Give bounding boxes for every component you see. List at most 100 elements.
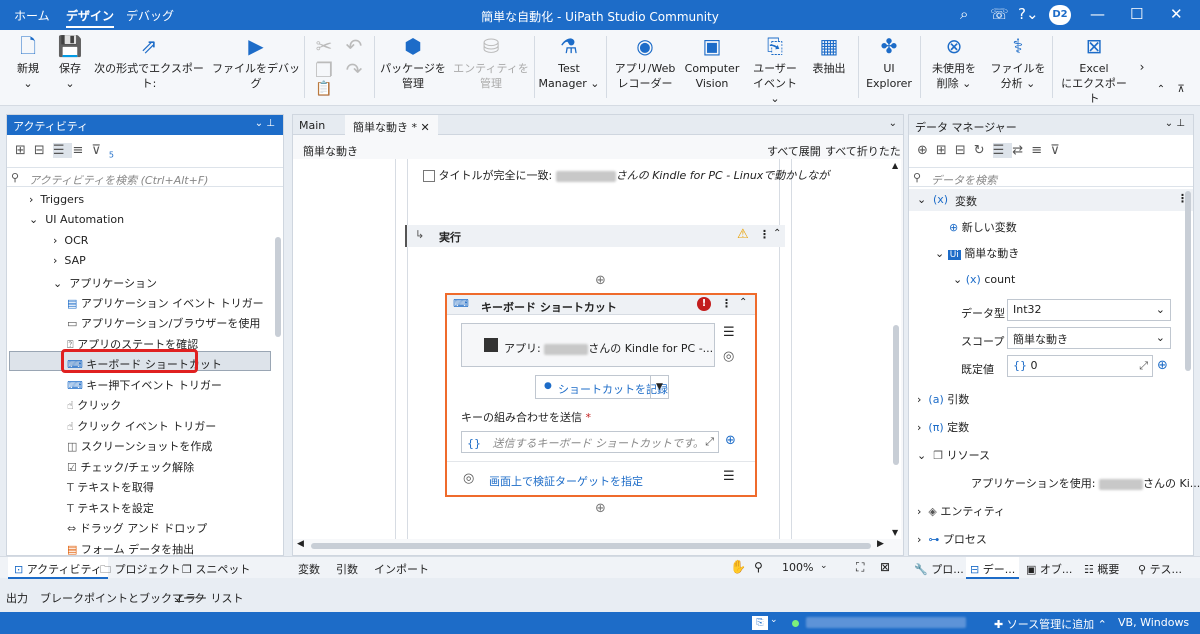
tree-item-application[interactable]: ⌄ アプリケーション (53, 275, 157, 291)
collapse-icon[interactable]: ⊟ (34, 143, 53, 158)
tab-imports[interactable]: インポート (374, 561, 429, 577)
tree-item-ocr[interactable]: › OCR (53, 234, 88, 247)
test-manager-button[interactable]: ⚗ Test Manager ⌄ (538, 34, 600, 91)
record-shortcut-button[interactable]: ● ショートカットを記録 ▼ (535, 375, 669, 399)
tab-test[interactable]: ⚲ テス... (1138, 561, 1182, 577)
arguments-section[interactable]: › (a) 引数 (917, 391, 969, 407)
scope-node[interactable]: ⌄ Ui 簡単な動き (935, 245, 1019, 261)
zoom-level[interactable]: 100% (782, 561, 813, 574)
remove-unused-button[interactable]: ⊗ 未使用を 削除 ⌄ (926, 34, 982, 91)
activity-app-event-trigger[interactable]: ▤ アプリケーション イベント トリガー (67, 295, 264, 311)
filter-icon[interactable]: ⊽5 (91, 143, 114, 160)
horizontal-scrollbar[interactable]: ◀ ▶ (293, 539, 893, 553)
tab-data-manager[interactable]: ⊟ デー... (966, 557, 1020, 579)
list-view-icon[interactable]: ☰ (52, 143, 73, 158)
debug-file-button[interactable]: ▶ ファイルをデバッグ (212, 34, 300, 91)
maximize-icon[interactable]: ☐ (1130, 5, 1143, 23)
recorder-button[interactable]: ◉ アプリ/Web レコーダー (614, 34, 676, 91)
data-search-input[interactable]: データを検索 (931, 172, 997, 188)
target-indicate-icon[interactable]: ◎ (723, 349, 734, 364)
scope-select[interactable]: 簡単な動き ⌄ (1007, 327, 1171, 349)
title-match-checkbox[interactable]: タイトルが完全に一致: さんの Kindle for PC - Linuxで動か… (423, 167, 829, 183)
add-activity-icon[interactable]: ⊕ (595, 501, 606, 516)
tab-outline[interactable]: ☷ 概要 (1084, 561, 1119, 577)
data-search[interactable]: ⚲ データを検索 (909, 167, 1193, 187)
activities-search-input[interactable]: アクティビティを検索 (Ctrl+Alt+F) (29, 172, 208, 188)
add-icon[interactable]: ⊕ (725, 433, 736, 448)
resources-section[interactable]: ⌄ ❐ リソース (917, 447, 990, 463)
dropdown-arrow-icon[interactable]: ▼ (650, 376, 668, 398)
tab-activities[interactable]: ⊡ アクティビティ (8, 557, 108, 579)
overview-map-icon[interactable]: ⊠ (880, 560, 890, 574)
resource-item[interactable]: アプリケーションを使用: さんの Ki... (971, 475, 1200, 491)
collapse-icon[interactable]: ⌃ (739, 297, 747, 308)
vertical-scrollbar[interactable]: ▲ ▼ (891, 159, 901, 539)
activities-search[interactable]: ⚲ アクティビティを検索 (Ctrl+Alt+F) (7, 167, 283, 187)
panel-options-icon[interactable]: ⌄ ⊥ (1165, 118, 1185, 129)
tab-properties[interactable]: 🔧 プロ... (914, 561, 964, 577)
activity-get-text[interactable]: T テキストを取得 (67, 479, 154, 495)
add-icon[interactable]: ⊕ (1157, 358, 1168, 373)
add-source-control-button[interactable]: ✚ ソース管理に追加 ⌃ (994, 616, 1107, 632)
table-extract-button[interactable]: ▦ 表抽出 (808, 34, 850, 76)
do-sequence-header[interactable]: ↳ 実行 ⚠ ⋮ ⌃ (405, 225, 785, 247)
hand-tool-icon[interactable]: ✋ (730, 560, 746, 575)
target-app-box[interactable]: アプリ: さんの Kindle for PC -... (461, 323, 715, 367)
tab-main[interactable]: Main (299, 119, 325, 132)
default-value-input[interactable]: {} 0 ⤢ (1007, 355, 1153, 377)
tab-variables[interactable]: 変数 (298, 561, 320, 577)
computer-vision-button[interactable]: ▣ Computer Vision (682, 34, 742, 91)
activity-set-text[interactable]: T テキストを設定 (67, 500, 154, 516)
more-options-icon[interactable]: ⋮ (721, 297, 732, 310)
help-icon[interactable]: ?⌄ (1018, 5, 1039, 23)
avatar[interactable]: D2 (1049, 5, 1071, 25)
add-activity-icon[interactable]: ⊕ (595, 273, 606, 288)
user-event-button[interactable]: ⎘ ユーザー イベント ⌄ (748, 34, 802, 106)
close-icon[interactable]: ✕ (1170, 5, 1183, 23)
target-menu-icon[interactable]: ☰ (723, 325, 735, 340)
swap-icon[interactable]: ⇄ (1012, 143, 1031, 158)
list-view-icon[interactable]: ☰ (992, 143, 1013, 158)
panel-options-icon[interactable]: ⌄ ⊥ (255, 118, 275, 129)
excel-export-button[interactable]: ⊠ Excel にエクスポート (1058, 34, 1130, 106)
notification-icon[interactable]: ⎘ (752, 616, 768, 630)
export-button[interactable]: ⇗ 次の形式でエクスポート: (92, 34, 206, 91)
type-select[interactable]: Int32 ⌄ (1007, 299, 1171, 321)
more-options-icon[interactable]: ⋮ (759, 228, 770, 241)
constants-section[interactable]: › (π) 定数 (917, 419, 969, 435)
paste-button[interactable]: 📋 (312, 82, 336, 99)
detail-view-icon[interactable]: ≡ (72, 143, 91, 158)
close-tab-icon[interactable]: ✕ (421, 121, 430, 134)
add-icon[interactable]: ⊕ (917, 143, 936, 158)
chevron-down-icon[interactable]: ⌄ (770, 615, 778, 625)
save-button[interactable]: 💾 保存 ⌄ (50, 34, 90, 91)
tree-item-triggers[interactable]: › Triggers (29, 193, 84, 206)
keyboard-shortcut-activity[interactable]: ⌨ キーボード ショートカット ! ⋮ ⌃ アプリ: さんの Kindle fo… (445, 293, 757, 497)
send-keys-input[interactable]: {} 送信するキーボード ショートカットです。 ⤢ (461, 431, 719, 453)
analyze-file-button[interactable]: ⚕ ファイルを 分析 ⌄ (990, 34, 1046, 91)
undo-button[interactable]: ↶ (342, 34, 366, 61)
tab-simple-motion[interactable]: 簡単な動き * ✕ (345, 115, 438, 135)
verify-menu-icon[interactable]: ☰ (723, 469, 735, 484)
activity-use-app-browser[interactable]: ▭ アプリケーション/ブラウザーを使用 (67, 315, 260, 331)
collapse-icon[interactable]: ⌃ (773, 228, 781, 239)
collapse-ribbon-icon[interactable]: ⌃ (1154, 82, 1168, 97)
tree-item-ui-automation[interactable]: ⌄ UI Automation (29, 213, 124, 226)
zoom-icon[interactable]: ⚲ (754, 560, 763, 574)
variable-count[interactable]: ⌄ (x) count (953, 273, 1015, 286)
checkbox[interactable] (423, 170, 435, 182)
new-variable-button[interactable]: ⊕ 新しい変数 (949, 219, 1017, 235)
expand-icon[interactable]: ⊞ (936, 143, 955, 158)
tree-item-sap[interactable]: › SAP (53, 254, 86, 267)
tab-options-icon[interactable]: ⌄ (889, 118, 897, 129)
scrollbar[interactable] (275, 237, 281, 337)
activity-click-event-trigger[interactable]: ☝ クリック イベント トリガー (67, 418, 216, 434)
cut-button[interactable]: ✂ (312, 34, 336, 61)
new-button[interactable]: 🗋 新規 ⌄ (8, 34, 48, 91)
refresh-icon[interactable]: ↻ (974, 143, 993, 158)
feedback-icon[interactable]: ☏ (990, 5, 1009, 23)
tab-snippets[interactable]: ❐ スニペット (182, 561, 250, 577)
pin-ribbon-icon[interactable]: ⊼ (1174, 82, 1188, 97)
variables-section[interactable]: ⌄ (x) 変数 ⋮ (909, 189, 1193, 211)
ribbon-scroll-right-icon[interactable]: › (1136, 60, 1148, 75)
